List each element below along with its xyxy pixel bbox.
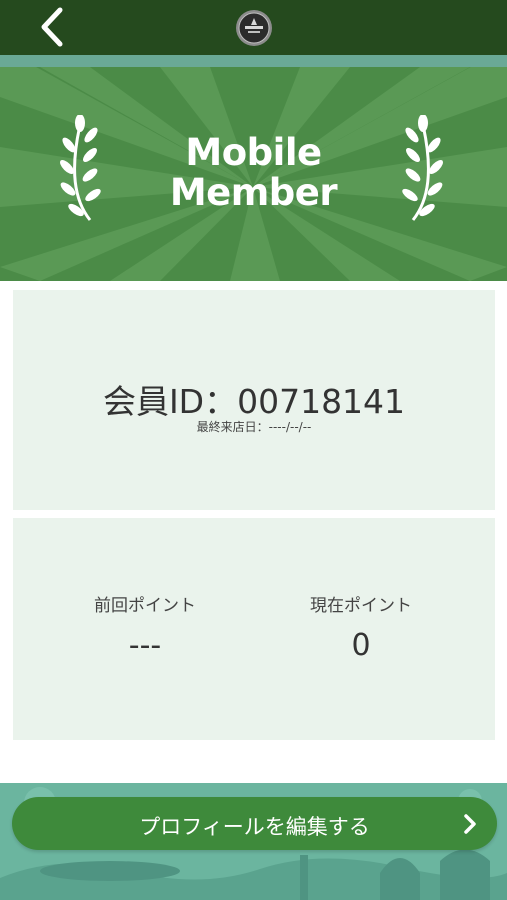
current-points-label: 現在ポイント <box>310 596 412 616</box>
top-bar <box>0 0 507 55</box>
banner-title-line2: Member <box>169 171 338 214</box>
points-card: 前回ポイント --- 現在ポイント 0 <box>13 518 495 740</box>
chevron-right-icon <box>464 814 476 834</box>
banner-title-line1: Mobile <box>185 131 322 174</box>
back-button[interactable] <box>30 4 76 50</box>
previous-points-label: 前回ポイント <box>94 596 196 616</box>
last-visit-date: 最終来店日：----/--/-- <box>196 420 312 434</box>
header-stripe <box>0 55 507 67</box>
store-logo-icon <box>236 10 272 46</box>
previous-points-value: --- <box>128 628 162 663</box>
member-id-card: 会員ID：00718141 最終来店日：----/--/-- <box>13 290 495 510</box>
edit-profile-button[interactable]: プロフィールを編集する <box>12 797 497 850</box>
banner-title: Mobile Member <box>0 133 507 213</box>
current-points-value: 0 <box>351 628 371 663</box>
member-id: 会員ID：00718141 <box>102 382 406 421</box>
edit-profile-label: プロフィールを編集する <box>139 815 370 839</box>
member-banner: Mobile Member <box>0 67 507 281</box>
